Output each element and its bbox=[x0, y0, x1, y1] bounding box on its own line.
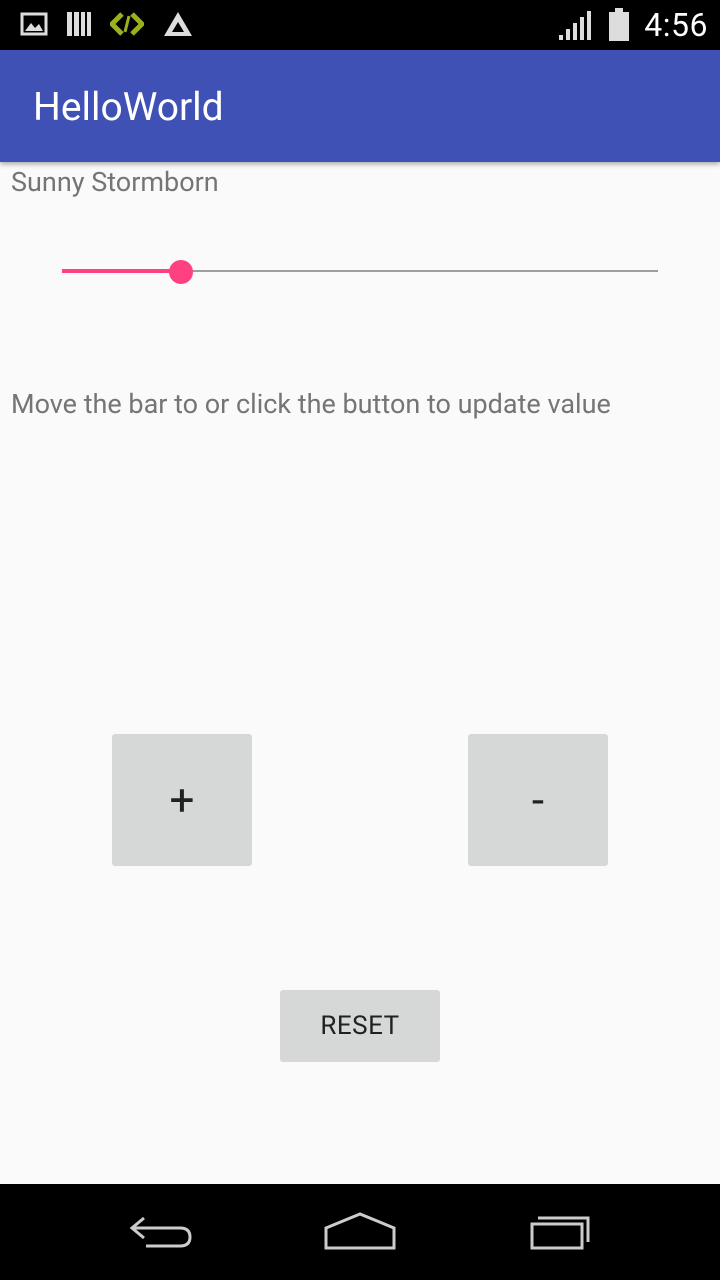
reset-button[interactable]: RESET bbox=[280, 990, 440, 1062]
slider-fill bbox=[62, 269, 182, 273]
signal-icon bbox=[559, 11, 592, 40]
slider-thumb[interactable] bbox=[169, 260, 194, 284]
back-icon[interactable] bbox=[120, 1184, 200, 1280]
app-title: HelloWorld bbox=[33, 84, 224, 130]
decrement-button[interactable]: - bbox=[468, 734, 608, 866]
library-icon bbox=[67, 12, 91, 36]
app-bar: HelloWorld bbox=[0, 50, 720, 162]
value-slider[interactable] bbox=[62, 258, 658, 286]
hint-label: Move the bar to or click the button to u… bbox=[11, 388, 611, 420]
triangle-app-icon bbox=[164, 12, 192, 36]
code-tool-icon bbox=[110, 12, 144, 36]
image-notification-icon bbox=[20, 12, 48, 36]
battery-icon bbox=[609, 8, 630, 41]
home-icon[interactable] bbox=[320, 1184, 400, 1280]
recents-icon[interactable] bbox=[520, 1184, 600, 1280]
status-time: 4:56 bbox=[644, 6, 708, 44]
status-bar: 4:56 bbox=[0, 0, 720, 50]
navigation-bar bbox=[0, 1184, 720, 1280]
increment-button[interactable]: + bbox=[112, 734, 252, 866]
name-label: Sunny Stormborn bbox=[11, 166, 219, 198]
